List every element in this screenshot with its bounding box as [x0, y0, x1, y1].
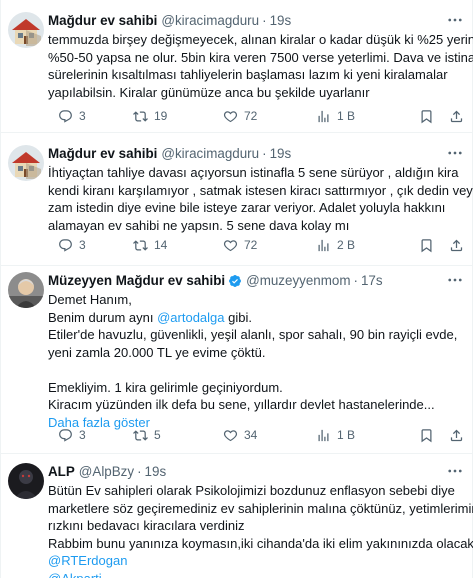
tweet-text: Demet Hanım, Benim durum aynı @artodalga… [48, 291, 464, 431]
tweet-actions: 3 19 72 1 B [48, 107, 464, 125]
mention-link[interactable]: @RTErdogan [48, 552, 464, 570]
retweet-button[interactable]: 5 [133, 426, 161, 444]
timestamp[interactable]: 19s [270, 12, 292, 29]
retweet-count: 14 [154, 238, 168, 252]
separator-dot: · [137, 464, 142, 479]
tweet-text: Bütün Ev sahipleri olarak Psikolojimizi … [48, 482, 473, 578]
author-name[interactable]: Mağdur ev sahibi [48, 145, 157, 162]
view-count: 2 B [337, 238, 356, 252]
views-button[interactable]: 2 B [316, 236, 355, 254]
reply-icon [59, 428, 72, 442]
reply-button[interactable]: 3 [58, 236, 86, 254]
bookmark-icon [421, 428, 432, 442]
share-icon [450, 239, 463, 251]
separator-dot: · [353, 273, 358, 288]
heart-icon [223, 110, 238, 122]
author-handle[interactable]: @kiracimagduru [161, 12, 259, 29]
author-name[interactable]: Mağdur ev sahibi [48, 12, 157, 29]
timestamp[interactable]: 19s [270, 145, 292, 162]
reply-icon [59, 109, 72, 123]
views-icon [318, 429, 329, 441]
mention-link[interactable]: @artodalga [157, 310, 224, 325]
retweet-icon [133, 429, 148, 441]
like-count: 72 [244, 238, 258, 252]
tweet[interactable]: Mağdur ev sahibi @kiracimagduru · 19s te… [1, 0, 473, 133]
mention-link[interactable]: @Akparti [48, 570, 464, 578]
share-icon [450, 110, 463, 122]
timeline: Mağdur ev sahibi @kiracimagduru · 19s te… [0, 0, 473, 578]
verified-badge-icon [229, 274, 242, 287]
retweet-icon [133, 239, 148, 251]
view-count: 1 B [337, 428, 356, 442]
more-options-icon[interactable] [446, 271, 464, 289]
like-button[interactable]: 72 [223, 236, 257, 254]
share-icon [450, 429, 463, 441]
bookmark-button[interactable] [419, 236, 434, 254]
like-button[interactable]: 72 [223, 107, 257, 125]
tweet-actions: 3 5 34 1 B [48, 426, 464, 444]
views-icon [318, 110, 329, 122]
bookmark-button[interactable] [419, 426, 434, 444]
tweet-text: temmuzda birşey değişmeyecek, alınan kir… [48, 32, 473, 100]
author-name[interactable]: Müzeyyen Mağdur ev sahibi [48, 272, 225, 289]
reply-count: 3 [79, 428, 86, 442]
reply-count: 3 [79, 109, 86, 123]
more-options-icon[interactable] [446, 11, 464, 29]
tweet[interactable]: Müzeyyen Mağdur ev sahibi @muzeyyenmom ·… [1, 266, 472, 454]
avatar[interactable] [8, 463, 44, 499]
more-options-icon[interactable] [446, 462, 464, 480]
tweet[interactable]: ALP @AlpBzy · 19s Bütün Ev sahipleri ola… [1, 454, 473, 578]
view-count: 1 B [337, 109, 356, 123]
more-options-icon[interactable] [446, 144, 464, 162]
retweet-icon [133, 110, 148, 122]
timestamp[interactable]: 19s [145, 463, 167, 480]
reply-button[interactable]: 3 [58, 107, 86, 125]
author-name[interactable]: ALP [48, 463, 75, 480]
retweet-count: 5 [154, 428, 161, 442]
bookmark-icon [421, 109, 432, 123]
retweet-count: 19 [154, 109, 168, 123]
reply-count: 3 [79, 238, 86, 252]
bookmark-icon [421, 238, 432, 252]
like-count: 34 [244, 428, 258, 442]
author-handle[interactable]: @AlpBzy [79, 463, 134, 480]
tweet-text: İhtiyaçtan tahliye davası açıyorsun isti… [48, 165, 473, 233]
author-handle[interactable]: @muzeyyenmom [246, 272, 350, 289]
timestamp[interactable]: 17s [361, 272, 383, 289]
share-button[interactable] [449, 426, 464, 444]
bookmark-button[interactable] [419, 107, 434, 125]
tweet-actions: 3 14 72 2 B [48, 236, 464, 254]
like-count: 72 [244, 109, 258, 123]
tweet[interactable]: Mağdur ev sahibi @kiracimagduru · 19s İh… [1, 133, 473, 266]
separator-dot: · [262, 13, 267, 28]
heart-icon [223, 429, 238, 441]
avatar[interactable] [8, 12, 44, 48]
separator-dot: · [262, 146, 267, 161]
views-icon [318, 239, 329, 251]
views-button[interactable]: 1 B [316, 426, 355, 444]
like-button[interactable]: 34 [223, 426, 257, 444]
views-button[interactable]: 1 B [316, 107, 355, 125]
share-button[interactable] [449, 236, 464, 254]
avatar[interactable] [8, 145, 44, 181]
avatar[interactable] [8, 272, 44, 308]
heart-icon [223, 239, 238, 251]
reply-button[interactable]: 3 [58, 426, 86, 444]
retweet-button[interactable]: 14 [133, 236, 167, 254]
share-button[interactable] [449, 107, 464, 125]
author-handle[interactable]: @kiracimagduru [161, 145, 259, 162]
retweet-button[interactable]: 19 [133, 107, 167, 125]
reply-icon [59, 238, 72, 252]
